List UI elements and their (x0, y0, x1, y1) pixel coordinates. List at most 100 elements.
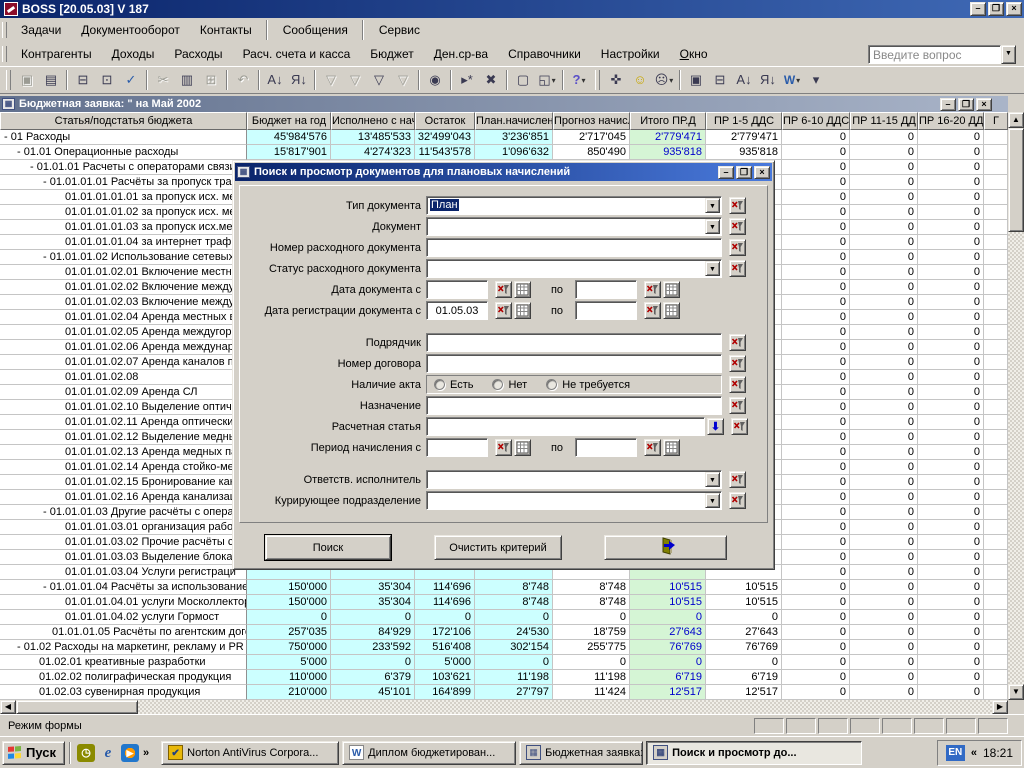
filter-apply-icon[interactable]: ▽ (368, 69, 390, 91)
table-row[interactable]: 01.02.02 полиграфическая продукция110'00… (0, 670, 1008, 685)
filter-remove-icon[interactable]: ▽ (392, 69, 414, 91)
expense-doc-status-dropdown-icon[interactable]: ▼ (705, 261, 720, 276)
document-dropdown-icon[interactable]: ▼ (705, 219, 720, 234)
clear-criteria-button[interactable]: Очистить критерий (434, 535, 562, 560)
registration-date-from-input[interactable] (426, 301, 488, 320)
vertical-scrollbar[interactable]: ▲ ▼ (1008, 112, 1024, 700)
purpose-clear-icon[interactable] (729, 397, 746, 414)
expense-doc-status-clear-icon[interactable] (729, 260, 746, 277)
save2-icon[interactable]: ▣ (685, 69, 707, 91)
scroll-up-icon[interactable]: ▲ (1008, 112, 1024, 128)
restore-icon[interactable]: ❐ (988, 2, 1004, 16)
dialog-close-icon[interactable]: × (754, 166, 770, 179)
doc-date-from-input[interactable] (426, 280, 488, 299)
sort-ascending-icon[interactable]: А↓ (264, 69, 286, 91)
doc-date-from-calendar-icon[interactable] (514, 281, 531, 298)
module-menu-item-5[interactable]: Ден.ср-ва (424, 44, 498, 64)
column-header-3[interactable]: Остаток (415, 112, 475, 130)
column-header-9[interactable]: ПР 11-15 ДД (850, 112, 918, 130)
act-presence-radio-icon[interactable] (434, 379, 445, 390)
sort-ascending2-icon[interactable]: А↓ (733, 69, 755, 91)
menu-item-3[interactable]: Сообщения (273, 20, 363, 40)
save-icon[interactable]: ▣ (16, 69, 38, 91)
close-icon[interactable]: × (1006, 2, 1022, 16)
undo-icon[interactable]: ↶ (232, 69, 254, 91)
responsible-executor-dropdown-icon[interactable]: ▼ (705, 472, 720, 487)
accrual-period-from-calendar-icon[interactable] (514, 439, 531, 456)
purpose-input[interactable] (426, 396, 722, 415)
module-menu-item-1[interactable]: Доходы (102, 44, 165, 64)
expense-doc-number-clear-icon[interactable] (729, 239, 746, 256)
table-row[interactable]: 01.02.01 креативные разработки5'00005'00… (0, 655, 1008, 670)
table-row[interactable]: 01.02.03 сувенирная продукция210'00045'1… (0, 685, 1008, 700)
quick-launch-overflow-icon[interactable]: » (143, 747, 149, 759)
accrual-period-to-input[interactable] (575, 438, 637, 457)
accrual-period-to-clear-icon[interactable] (644, 439, 661, 456)
menu-item-0[interactable]: Задачи (11, 20, 71, 40)
print2-icon[interactable]: ⊟ (709, 69, 731, 91)
supervising-department-clear-icon[interactable] (729, 492, 746, 509)
accrual-period-to-calendar-icon[interactable] (663, 439, 680, 456)
sort-descending-icon[interactable]: Я↓ (288, 69, 310, 91)
column-header-10[interactable]: ПР 16-20 ДД (918, 112, 984, 130)
child-maximize-icon[interactable]: ❐ (958, 98, 974, 111)
table-row[interactable]: - 01.01.01.04 Расчёты за использование15… (0, 580, 1008, 595)
dropdown-arrow-icon[interactable]: ▾ (552, 76, 556, 85)
column-header-5[interactable]: Прогноз начисл (553, 112, 630, 130)
window-copy-icon[interactable]: ▢ (512, 69, 534, 91)
taskbar-task-2[interactable]: ▦Бюджетная заявка: " н... (519, 741, 643, 765)
doc-date-from-clear-icon[interactable] (495, 281, 512, 298)
scroll-down-icon[interactable]: ▼ (1008, 684, 1024, 700)
act-presence-radio-icon[interactable] (546, 379, 557, 390)
responsible-executor-combobox[interactable]: ▼ (426, 470, 722, 489)
ask-question-box[interactable]: Введите вопрос ▼ (868, 45, 1016, 64)
contract-number-clear-icon[interactable] (729, 355, 746, 372)
horizontal-scroll-track[interactable] (138, 700, 992, 714)
menu-grip[interactable] (2, 22, 7, 38)
module-menu-item-6[interactable]: Справочники (498, 44, 591, 64)
registration-date-to-input[interactable] (575, 301, 637, 320)
table-row[interactable]: - 01.01 Операционные расходы15'817'9014'… (0, 145, 1008, 160)
column-header-7[interactable]: ПР 1-5 ДДС (706, 112, 782, 130)
supervising-department-dropdown-icon[interactable]: ▼ (705, 493, 720, 508)
find-icon[interactable]: ◉ (424, 69, 446, 91)
column-header-11[interactable]: Г (984, 112, 1008, 130)
start-button[interactable]: Пуск (2, 741, 65, 765)
toolbar-options-icon[interactable]: ▾ (805, 69, 827, 91)
media-player-icon[interactable]: ▶ (121, 744, 139, 762)
language-indicator[interactable]: EN (946, 745, 965, 761)
doc-type-dropdown-icon[interactable]: ▼ (705, 198, 720, 213)
search-button[interactable]: Поиск (265, 535, 391, 560)
vertical-scroll-track[interactable] (1008, 232, 1024, 684)
act-presence-option-2[interactable]: Не требуется (546, 379, 630, 391)
registration-date-from-calendar-icon[interactable] (514, 302, 531, 319)
print-preview-icon[interactable]: ⊡ (96, 69, 118, 91)
column-header-2[interactable]: Исполнено с нач (331, 112, 415, 130)
dropdown-arrow-icon[interactable]: ▾ (581, 76, 585, 85)
pin-icon[interactable]: ✜ (605, 69, 627, 91)
accrual-period-from-clear-icon[interactable] (495, 439, 512, 456)
sort-descending2-icon[interactable]: Я↓ (757, 69, 779, 91)
menu-grip2[interactable] (2, 46, 7, 62)
toolbar-grip[interactable] (595, 70, 600, 90)
doc-date-to-input[interactable] (575, 280, 637, 299)
column-header-8[interactable]: ПР 6-10 ДДС (782, 112, 850, 130)
filter-advanced-icon[interactable]: ▽ (320, 69, 342, 91)
child-close-icon[interactable]: × (976, 98, 992, 111)
scroll-left-icon[interactable]: ◀ (0, 700, 16, 714)
menu-item-1[interactable]: Документооборот (71, 20, 190, 40)
calc-article-clear-icon[interactable] (731, 418, 748, 435)
cut-icon[interactable]: ✂ (152, 69, 174, 91)
child-minimize-icon[interactable]: – (940, 98, 956, 111)
doc-date-to-calendar-icon[interactable] (663, 281, 680, 298)
doc-type-combobox[interactable]: План▼ (426, 196, 722, 215)
column-header-4[interactable]: План.начислен (475, 112, 553, 130)
contract-number-input[interactable] (426, 354, 722, 373)
copy-icon[interactable]: ▥ (176, 69, 198, 91)
doc-date-to-clear-icon[interactable] (644, 281, 661, 298)
ask-question-input[interactable]: Введите вопрос (868, 45, 1001, 64)
menu-item-4[interactable]: Сервис (369, 20, 430, 40)
module-menu-item-8[interactable]: Окно (670, 44, 718, 64)
expense-doc-number-input[interactable] (426, 238, 722, 257)
taskbar-task-3[interactable]: ▦Поиск и просмотр до... (646, 741, 862, 765)
